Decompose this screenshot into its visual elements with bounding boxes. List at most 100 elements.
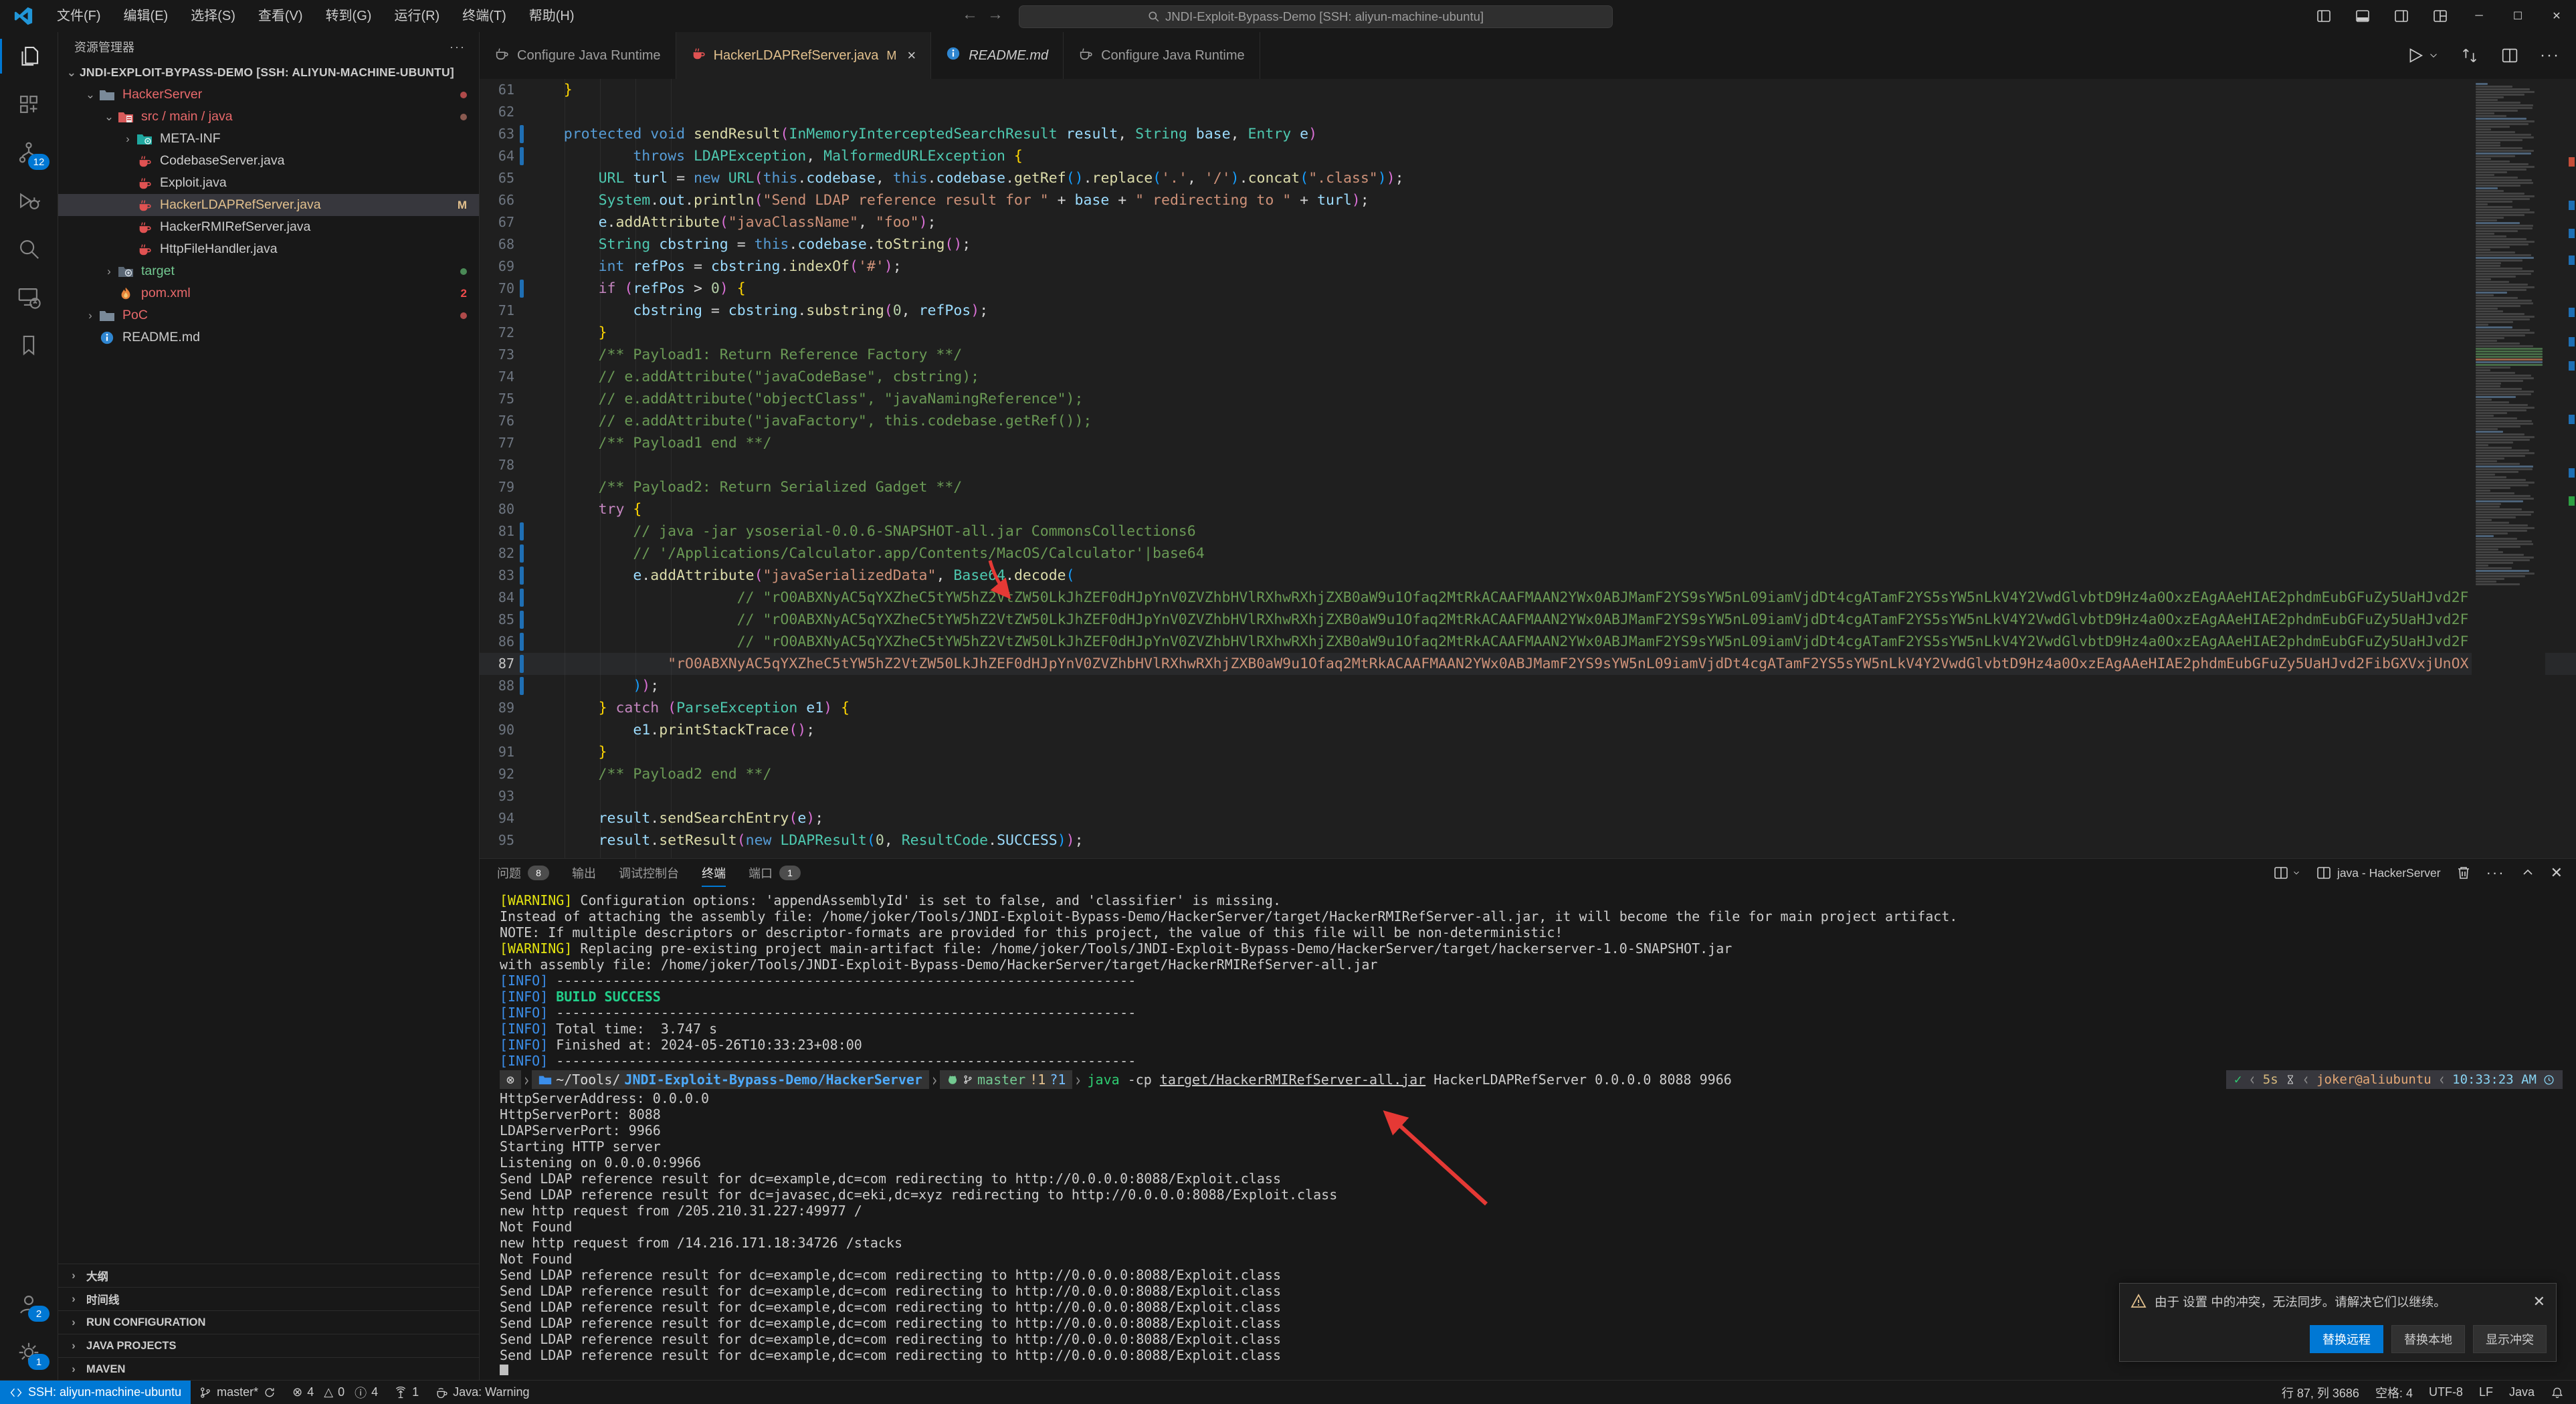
menu-item-0[interactable]: 文件(F) [45,0,112,32]
toggle-sidebar-icon[interactable] [2304,0,2343,32]
menu-item-7[interactable]: 帮助(H) [518,0,586,32]
tree-item-poc[interactable]: ›PoC [58,304,479,326]
tree-item-pom-xml[interactable]: pom.xml2 [58,282,479,304]
tree-item-src-main-java[interactable]: ⌄src / main / java [58,106,479,128]
status-right-item-0[interactable]: 行 87, 列 3686 [2274,1381,2367,1404]
back-icon[interactable]: ← [962,5,978,24]
activity-bookmarks[interactable] [0,321,58,369]
activity-source-control[interactable]: 12 [0,128,58,177]
sidebar-section-0[interactable]: ›大纲 [58,1264,479,1287]
tab-hackerldaprefserver-java[interactable]: HackerLDAPRefServer.javaM× [676,32,932,79]
sidebar-section-2[interactable]: ›RUN CONFIGURATION [58,1310,479,1334]
panel-tab-1[interactable]: 输出 [572,859,596,887]
terminal-icon [2316,865,2332,881]
tree-item-meta-inf[interactable]: ›META-INF [58,128,479,150]
tree-item-hackerserver[interactable]: ⌄HackerServer [58,84,479,106]
status-right-item-1[interactable]: 空格: 4 [2367,1381,2421,1404]
branch-indicator[interactable]: master* [191,1381,284,1404]
activity-settings[interactable]: 1 [0,1328,58,1377]
tab-close-icon[interactable]: × [907,47,916,64]
bell-icon[interactable] [2543,1381,2572,1404]
close-icon[interactable]: ✕ [2533,1293,2545,1310]
notification-toast: 由于 设置 中的冲突，无法同步。请解决它们以继续。 ✕ 替换远程替换本地显示冲突 [2119,1283,2557,1362]
line-number: 90 [480,719,514,741]
code-editor[interactable]: 61 }6263 protected void sendResult(InMem… [480,79,2576,858]
sidebar-section-4[interactable]: ›MAVEN [58,1357,479,1381]
command-center[interactable]: JNDI-Exploit-Bypass-Demo [SSH: aliyun-ma… [1019,5,1613,28]
ports-indicator[interactable]: 1 [386,1381,427,1404]
minimap[interactable] [2472,79,2545,858]
panel-more-icon[interactable]: ··· [2486,864,2505,882]
editor-more-icon[interactable]: ··· [2540,46,2560,65]
activity-explorer[interactable] [0,32,58,80]
settings-badge: 1 [28,1354,49,1370]
close-panel-icon[interactable]: ✕ [2551,864,2563,882]
notification-button-1[interactable]: 替换本地 [2391,1325,2465,1353]
notification-button-0[interactable]: 替换远程 [2310,1325,2383,1353]
toggle-panel-icon[interactable] [2343,0,2382,32]
problems-indicator[interactable]: ⊗4 △0 ⓘ4 [284,1381,386,1404]
tree-item-label: pom.xml [141,286,191,301]
java-status[interactable]: Java: Warning [427,1381,537,1404]
maximize-button[interactable]: ☐ [2498,0,2537,32]
status-right-item-2[interactable]: UTF-8 [2421,1381,2471,1404]
terminal-line: NOTE: If multiple descriptors or descrip… [500,924,2563,940]
tree-item-httpfilehandler-java[interactable]: HttpFileHandler.java [58,238,479,260]
menu-item-4[interactable]: 转到(G) [314,0,383,32]
terminal-prompt[interactable]: ⊗›~/Tools/JNDI-Exploit-Bypass-Demo/Hacke… [500,1070,2563,1089]
activity-run-debug[interactable] [0,177,58,225]
activity-search[interactable] [0,225,58,273]
toggle-secondary-sidebar-icon[interactable] [2382,0,2421,32]
minimize-button[interactable]: ─ [2460,0,2498,32]
menu-item-6[interactable]: 终端(T) [451,0,518,32]
panel-tab-4[interactable]: 端口1 [749,859,801,887]
sidebar-section-3[interactable]: ›JAVA PROJECTS [58,1334,479,1357]
open-changes-icon[interactable] [2460,45,2480,66]
tab-readme-md[interactable]: README.md [931,32,1064,79]
split-editor-icon[interactable] [2500,45,2520,66]
info-icon: ⓘ [355,1384,367,1401]
status-right-item-4[interactable]: Java [2501,1381,2543,1404]
status-right-item-3[interactable]: LF [2471,1381,2501,1404]
activity-remote-explorer[interactable] [0,273,58,321]
terminal-selector[interactable]: java - HackerServer [2316,865,2441,881]
code-line-90: 90 e1.printStackTrace(); [480,719,2576,741]
tree-item-codebaseserver-java[interactable]: CodebaseServer.java [58,150,479,172]
panel-tab-label: 问题 [497,864,521,882]
tree-item-target[interactable]: ›target [58,260,479,282]
powerline-separator: › [930,1066,938,1092]
maximize-panel-icon[interactable] [2520,865,2536,881]
project-root-row[interactable]: ⌄ JNDI-EXPLOIT-BYPASS-DEMO [SSH: ALIYUN-… [58,62,479,84]
file-icon-info [98,330,116,346]
kill-terminal-icon[interactable] [2456,865,2472,881]
tree-item-readme-md[interactable]: README.md [58,326,479,348]
tree-item-hackerldaprefserver-java[interactable]: HackerLDAPRefServer.javaM [58,194,479,216]
tab-configure-java-runtime[interactable]: Configure Java Runtime [1064,32,1260,79]
tree-item-hackerrmirefserver-java[interactable]: HackerRMIRefServer.java [58,216,479,238]
code-text: System.out.println("Send LDAP reference … [529,189,2469,211]
run-java-button[interactable] [2405,45,2440,66]
split-terminal-button[interactable] [2273,865,2301,881]
menu-item-5[interactable]: 运行(R) [383,0,451,32]
panel-tab-0[interactable]: 问题8 [497,859,549,887]
panel-tab-2[interactable]: 调试控制台 [619,859,679,887]
panel-tab-3[interactable]: 终端 [702,859,726,887]
terminal-line: [INFO] ---------------------------------… [500,1005,2563,1021]
activity-extensions[interactable] [0,80,58,128]
activity-accounts[interactable]: 2 [0,1280,58,1328]
tab-configure-java-runtime[interactable]: Configure Java Runtime [480,32,676,79]
git-status-dot [460,92,467,98]
menu-item-1[interactable]: 编辑(E) [112,0,180,32]
menu-item-3[interactable]: 查看(V) [247,0,314,32]
sidebar-more-icon[interactable]: ··· [450,40,466,54]
forward-icon[interactable]: → [987,5,1003,24]
code-text: // "rO0ABXNyAC5qYXZheC5tYW5hZ2VtZW50LkJh… [529,631,2469,653]
customize-layout-icon[interactable] [2421,0,2460,32]
menu-item-2[interactable]: 选择(S) [179,0,247,32]
sidebar-section-1[interactable]: ›时间线 [58,1287,479,1310]
close-button[interactable]: ✕ [2537,0,2576,32]
tree-item-exploit-java[interactable]: Exploit.java [58,172,479,194]
notification-button-2[interactable]: 显示冲突 [2473,1325,2547,1353]
remote-indicator[interactable]: SSH: aliyun-machine-ubuntu [0,1381,191,1404]
bookmark-icon [16,332,41,358]
